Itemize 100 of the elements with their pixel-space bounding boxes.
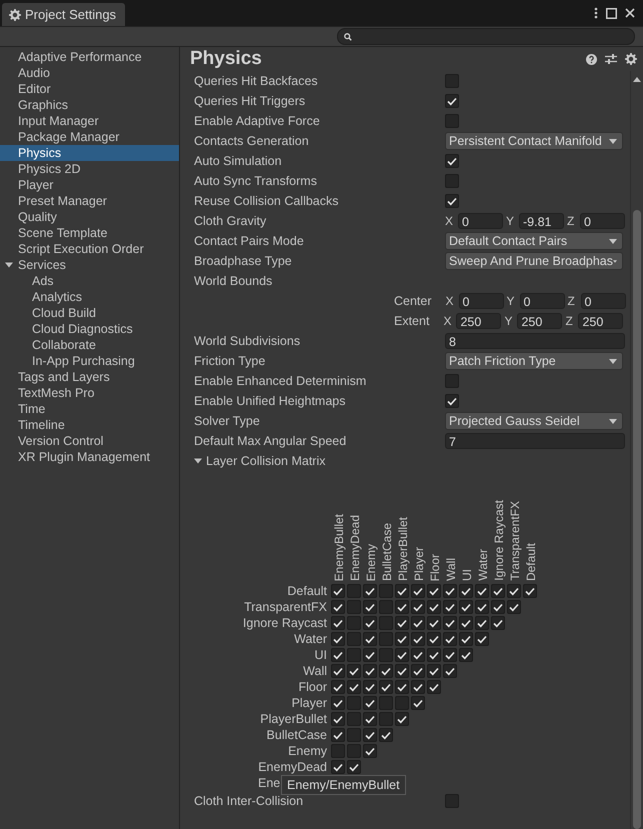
number-field[interactable]: 7: [445, 433, 625, 449]
checkbox[interactable]: [427, 680, 441, 694]
checkbox[interactable]: [363, 600, 377, 614]
checkbox[interactable]: [347, 712, 361, 726]
foldout[interactable]: Layer Collision Matrix: [194, 451, 630, 471]
sidebar-item[interactable]: In-App Purchasing: [0, 353, 179, 369]
checkbox[interactable]: [411, 632, 425, 646]
checkbox[interactable]: [347, 744, 361, 758]
checkbox[interactable]: [363, 728, 377, 742]
sidebar-item[interactable]: Services: [0, 257, 179, 273]
sidebar-item[interactable]: Player: [0, 177, 179, 193]
checkbox[interactable]: [347, 664, 361, 678]
checkbox[interactable]: [331, 600, 345, 614]
checkbox[interactable]: [331, 584, 345, 598]
checkbox[interactable]: [443, 632, 457, 646]
checkbox[interactable]: [491, 616, 505, 630]
checkbox[interactable]: [347, 648, 361, 662]
checkbox[interactable]: [475, 584, 489, 598]
number-field[interactable]: 250: [578, 313, 624, 329]
checkbox[interactable]: [363, 744, 377, 758]
checkbox[interactable]: [379, 616, 393, 630]
sidebar-item[interactable]: Adaptive Performance: [0, 49, 179, 65]
checkbox[interactable]: [363, 696, 377, 710]
number-field[interactable]: -9.81: [519, 213, 564, 229]
checkbox[interactable]: [379, 584, 393, 598]
checkbox[interactable]: [363, 680, 377, 694]
checkbox[interactable]: [523, 584, 537, 598]
dropdown[interactable]: Projected Gauss Seidel: [445, 412, 623, 430]
checkbox[interactable]: [379, 648, 393, 662]
checkbox[interactable]: [363, 584, 377, 598]
sidebar-item[interactable]: Editor: [0, 81, 179, 97]
sidebar-item[interactable]: Timeline: [0, 417, 179, 433]
checkbox[interactable]: [379, 600, 393, 614]
dropdown[interactable]: Default Contact Pairs: [445, 232, 623, 250]
checkbox[interactable]: [331, 680, 345, 694]
checkbox[interactable]: [395, 632, 409, 646]
checkbox[interactable]: [331, 632, 345, 646]
sidebar-item[interactable]: Analytics: [0, 289, 179, 305]
number-field[interactable]: 250: [517, 313, 562, 329]
checkbox[interactable]: [475, 632, 489, 646]
checkbox[interactable]: [347, 680, 361, 694]
checkbox[interactable]: [445, 74, 459, 88]
checkbox[interactable]: [347, 632, 361, 646]
number-field[interactable]: 250: [456, 313, 502, 329]
checkbox[interactable]: [331, 712, 345, 726]
checkbox[interactable]: [427, 632, 441, 646]
sidebar-item[interactable]: Package Manager: [0, 129, 179, 145]
checkbox[interactable]: [445, 154, 459, 168]
checkbox[interactable]: [379, 712, 393, 726]
sidebar-item[interactable]: Physics 2D: [0, 161, 179, 177]
checkbox[interactable]: [475, 600, 489, 614]
checkbox[interactable]: [427, 616, 441, 630]
sidebar-item[interactable]: Ads: [0, 273, 179, 289]
checkbox[interactable]: [411, 648, 425, 662]
checkbox[interactable]: [395, 648, 409, 662]
checkbox[interactable]: [379, 696, 393, 710]
checkbox[interactable]: [507, 600, 521, 614]
help-icon[interactable]: [586, 54, 597, 64]
checkbox[interactable]: [395, 616, 409, 630]
checkbox[interactable]: [427, 600, 441, 614]
checkbox[interactable]: [427, 584, 441, 598]
scroll-up-icon[interactable]: [633, 77, 641, 82]
checkbox[interactable]: [459, 616, 473, 630]
checkbox[interactable]: [347, 696, 361, 710]
checkbox[interactable]: [411, 664, 425, 678]
sidebar-item[interactable]: TextMesh Pro: [0, 385, 179, 401]
checkbox[interactable]: [331, 696, 345, 710]
checkbox[interactable]: [459, 584, 473, 598]
window-tab[interactable]: Project Settings: [2, 3, 126, 26]
checkbox[interactable]: [491, 584, 505, 598]
checkbox[interactable]: [395, 600, 409, 614]
number-field[interactable]: 0: [458, 293, 504, 309]
sidebar-item[interactable]: Graphics: [0, 97, 179, 113]
maximize-icon[interactable]: [606, 8, 617, 18]
dropdown[interactable]: Sweep And Prune Broadphas: [445, 252, 623, 270]
checkbox[interactable]: [363, 616, 377, 630]
sidebar-item[interactable]: Time: [0, 401, 179, 417]
checkbox[interactable]: [395, 712, 409, 726]
checkbox[interactable]: [443, 584, 457, 598]
checkbox[interactable]: [459, 600, 473, 614]
checkbox[interactable]: [445, 174, 459, 188]
checkbox[interactable]: [395, 696, 409, 710]
sidebar-item[interactable]: Physics: [0, 145, 179, 161]
checkbox[interactable]: [379, 680, 393, 694]
checkbox[interactable]: [443, 664, 457, 678]
checkbox[interactable]: [331, 648, 345, 662]
sidebar-item[interactable]: XR Plugin Management: [0, 449, 179, 465]
number-field[interactable]: 8: [445, 333, 625, 349]
checkbox[interactable]: [363, 664, 377, 678]
checkbox[interactable]: [443, 616, 457, 630]
checkbox[interactable]: [443, 648, 457, 662]
checkbox[interactable]: [363, 712, 377, 726]
checkbox[interactable]: [443, 600, 457, 614]
checkbox[interactable]: [395, 680, 409, 694]
checkbox[interactable]: [507, 584, 521, 598]
number-field[interactable]: 0: [580, 213, 625, 229]
checkbox[interactable]: [363, 648, 377, 662]
checkbox[interactable]: [347, 760, 361, 774]
checkbox[interactable]: [445, 394, 459, 408]
sidebar-item[interactable]: Preset Manager: [0, 193, 179, 209]
